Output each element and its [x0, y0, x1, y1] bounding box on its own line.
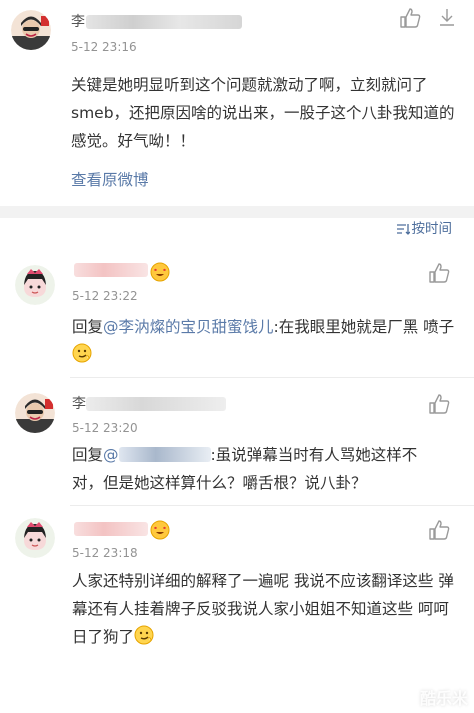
reply-2-prefix: 回复: [72, 446, 104, 464]
view-original-weibo-link[interactable]: 查看原微博: [71, 170, 149, 190]
reply-2-content: 回复@:虽说弹幕当时有人骂她这样不对，但是她这样算什么？嚼舌根？说八卦？: [72, 441, 446, 497]
reply-2-mention-link[interactable]: @: [103, 446, 119, 464]
reply-2-author-name-redacted: [86, 397, 226, 411]
smirk-emoji-icon: [134, 625, 154, 645]
sort-by-time-toggle[interactable]: 按时间: [396, 220, 453, 241]
reply-2-author-name-initial[interactable]: 李: [72, 396, 86, 412]
post-like-thumb-icon[interactable]: [399, 7, 421, 29]
reply-3-author-name-redacted: [74, 522, 148, 536]
reply-3-like-icon[interactable]: [428, 519, 450, 541]
reply-divider: [70, 377, 474, 378]
reply-1-author-name-redacted: [74, 263, 148, 277]
reply-3-heart-eyes-badge-icon: [150, 520, 170, 540]
reply-1-heart-eyes-badge-icon: [150, 262, 170, 282]
reply-3-text: 人家还特别详细的解释了一遍呢 我说不应该翻译这些 弹幕还有人挂着牌子反驳我说人家…: [72, 572, 454, 646]
reply-1-prefix: 回复: [72, 318, 104, 336]
post-content: 关键是她明显听到这个问题就激动了啊，立刻就问了smeb，还把原因啥的说出来，一股…: [71, 76, 455, 150]
smirk-emoji-icon: [72, 343, 92, 363]
sort-label: 按时间: [411, 221, 453, 237]
post-author-name-initial[interactable]: 李: [71, 14, 85, 30]
reply-3-time: 5-12 23:18: [72, 546, 138, 560]
post-time: 5-12 23:16: [71, 40, 137, 54]
reply-2-avatar[interactable]: [15, 393, 55, 433]
post-author-name-redacted: [86, 15, 242, 29]
sort-icon: [396, 222, 410, 241]
reply-divider: [70, 505, 474, 506]
reply-1-time: 5-12 23:22: [72, 289, 138, 303]
reply-2-time: 5-12 23:20: [72, 421, 138, 435]
reply-1-text: :在我眼里她就是厂黑 喷子: [273, 318, 455, 336]
reply-3-avatar[interactable]: [15, 518, 55, 558]
reply-1-like-icon[interactable]: [428, 262, 450, 284]
reply-2-like-icon[interactable]: [428, 393, 450, 415]
section-gap: [0, 206, 474, 218]
reply-3-content: 人家还特别详细的解释了一遍呢 我说不应该翻译这些 弹幕还有人挂着牌子反驳我说人家…: [72, 567, 454, 651]
reply-1-mention-link[interactable]: @李汭燦的宝贝甜蜜饯儿: [103, 318, 274, 336]
reply-2-mention-redacted: [118, 447, 211, 462]
post-author-avatar[interactable]: [11, 10, 51, 50]
post-more-icon[interactable]: [436, 7, 458, 29]
reply-1-avatar[interactable]: [15, 265, 55, 305]
site-watermark: 酷乐米: [419, 689, 468, 708]
reply-1-content: 回复@李汭燦的宝贝甜蜜饯儿:在我眼里她就是厂黑 喷子: [72, 313, 462, 369]
